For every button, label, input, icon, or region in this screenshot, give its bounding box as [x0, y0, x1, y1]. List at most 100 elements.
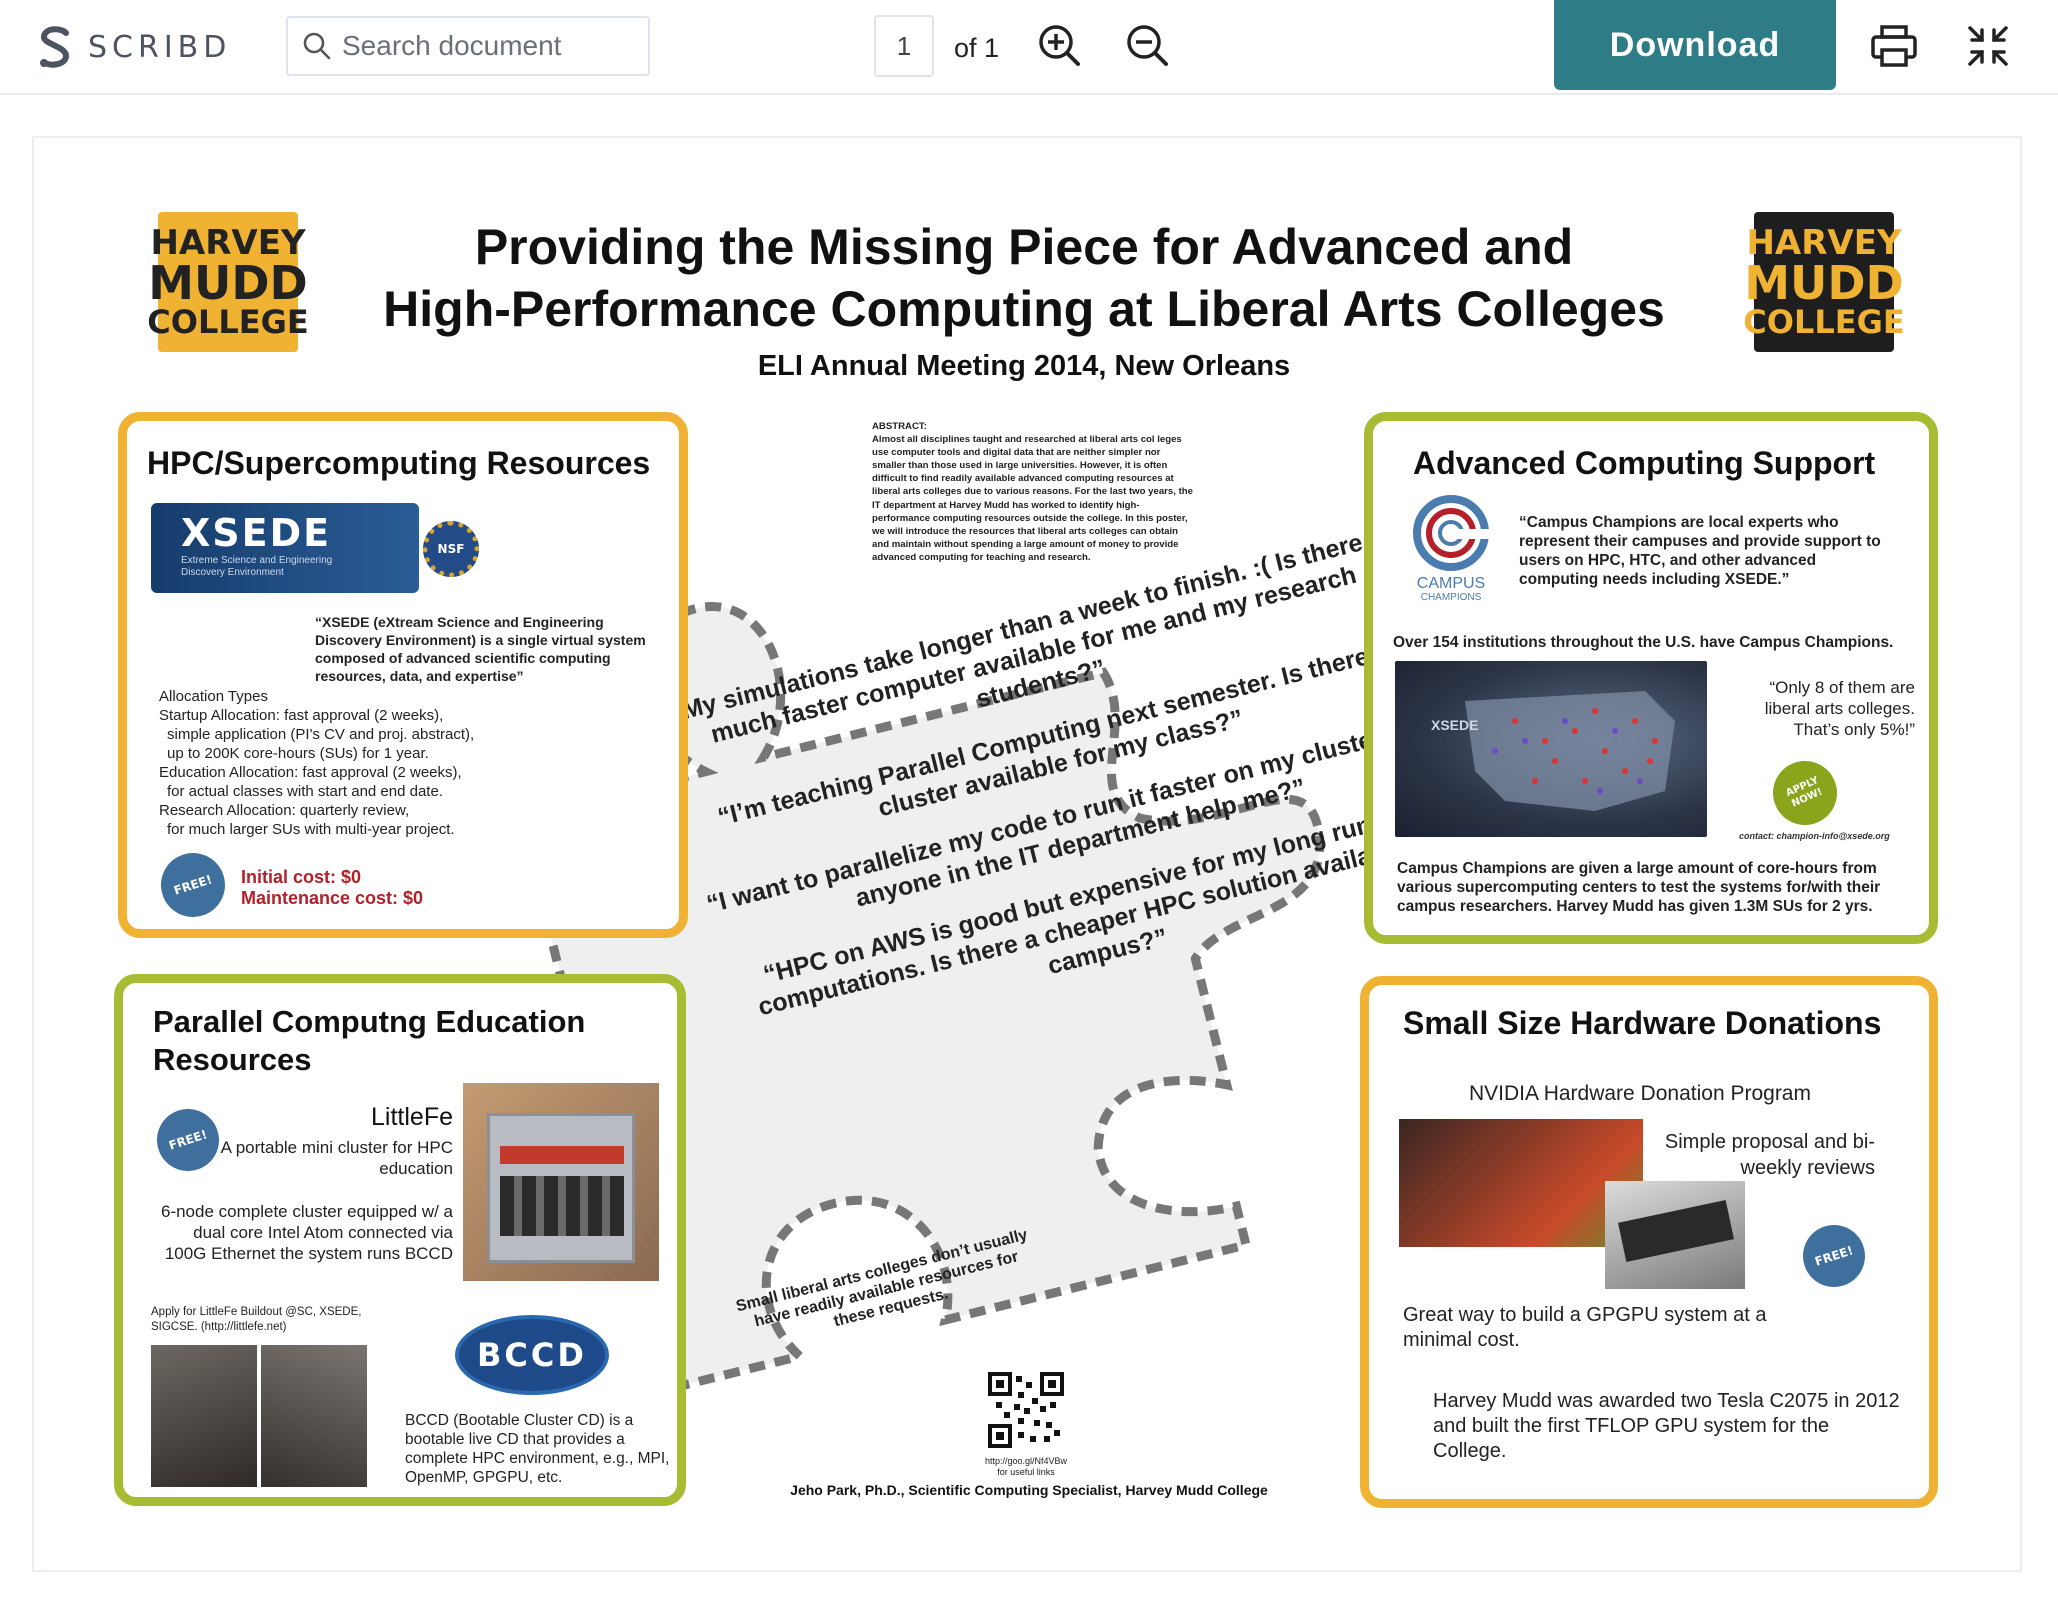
hw-heading: Small Size Hardware Donations: [1403, 1005, 1882, 1041]
logo-line: COLLEGE: [147, 303, 309, 341]
tesla-award: Harvey Mudd was awarded two Tesla C2075 …: [1433, 1390, 1900, 1462]
allocation-line: Research Allocation: quarterly review,: [159, 802, 410, 819]
xsede-logo: XSEDE Extreme Science and Engineering Di…: [151, 503, 419, 593]
map-markers: [1465, 691, 1675, 811]
abstract-block: ABSTRACT: Almost all disciplines taught …: [872, 420, 1194, 564]
poster-title: Providing the Missing Piece for Advanced…: [354, 216, 1694, 340]
free-text: FREE!: [172, 872, 214, 898]
title-line: Providing the Missing Piece for Advanced…: [474, 219, 1574, 275]
search-input[interactable]: [342, 30, 622, 62]
xsede-tagline: Extreme Science and Engineering Discover…: [181, 555, 333, 578]
apply-now-badge-icon: APPLY NOW!: [1762, 750, 1848, 836]
search-icon: [303, 32, 331, 60]
littlefe-frame: [487, 1113, 635, 1263]
pce-heading: Parallel Computng Education Resources: [153, 1004, 586, 1077]
advanced-computing-panel: Advanced Computing Support CAMPUS CHAMPI…: [1364, 412, 1938, 944]
search-box[interactable]: [286, 16, 650, 76]
page-number-input[interactable]: 1: [874, 15, 934, 77]
page-count: of 1: [954, 33, 1000, 63]
littlefe-apply: Apply for LittleFe Buildout @SC, XSEDE, …: [151, 1306, 362, 1333]
littlefe-cables: [500, 1146, 624, 1164]
initial-cost: Initial cost: $0: [241, 867, 362, 887]
qr-link[interactable]: http://goo.gl/Nf4VBw for useful links: [934, 1456, 1118, 1478]
campus-champions-quote: “Campus Champions are local experts who …: [1519, 514, 1881, 588]
allocation-line: up to 200K core-hours (SUs) for 1 year.: [167, 745, 429, 762]
logo-line: HARVEY: [150, 223, 306, 263]
allocation-heading: Allocation Types: [159, 688, 268, 705]
abstract-heading: ABSTRACT:: [872, 421, 927, 432]
build-photo: [261, 1345, 367, 1487]
allocation-line: Startup Allocation: fast approval (2 wee…: [159, 707, 444, 724]
campus-logo-text: CHAMPIONS: [1420, 592, 1482, 603]
institutions-count: Over 154 institutions throughout the U.S…: [1393, 634, 1894, 651]
free-text: FREE!: [1813, 1243, 1855, 1269]
gpu-card: [1618, 1200, 1734, 1262]
usa-map-image: XSEDE: [1395, 661, 1707, 837]
nsf-text: NSF: [437, 542, 465, 556]
free-badge-icon: FREE!: [152, 844, 234, 926]
allocation-line: for actual classes with start and end da…: [167, 783, 443, 800]
littlefe-boards: [500, 1176, 624, 1236]
littlefe-desc: A portable mini cluster for HPC educatio…: [220, 1138, 453, 1178]
harvey-mudd-logo-right: HARVEY MUDD COLLEGE: [1743, 212, 1905, 352]
download-button[interactable]: Download: [1554, 0, 1836, 90]
bccd-wordmark: BCCD: [477, 1336, 587, 1374]
maintenance-cost: Maintenance cost: $0: [241, 888, 424, 908]
littlefe-spec: 6-node complete cluster equipped w/ a du…: [160, 1202, 453, 1263]
cost-block: Initial cost: $0 Maintenance cost: $0: [241, 867, 423, 909]
campus-champions-logo: CAMPUS CHAMPIONS: [1409, 493, 1493, 603]
littlefe-photo: [463, 1083, 659, 1281]
acs-heading: Advanced Computing Support: [1413, 445, 1876, 481]
hpc-resources-panel: HPC/Supercomputing Resources XSEDE Extre…: [118, 412, 688, 938]
littlefe-title: LittleFe: [371, 1103, 453, 1131]
zoom-in-icon[interactable]: [1036, 22, 1082, 68]
qr-link-caption: for useful links: [997, 1467, 1055, 1477]
free-badge-icon: FREE!: [1794, 1216, 1874, 1296]
build-photo: [151, 1345, 257, 1487]
allocation-line: for much larger SUs with multi-year proj…: [167, 821, 455, 838]
brand-name: SCRIBD: [88, 29, 232, 65]
gpu-card-photo: [1605, 1181, 1745, 1289]
logo-line: COLLEGE: [1743, 303, 1905, 341]
scribd-logo[interactable]: SCRIBD: [36, 22, 231, 72]
campus-champions-given: Campus Champions are given a large amoun…: [1397, 860, 1881, 915]
allocation-line: simple application (PI's CV and proj. ab…: [167, 726, 475, 743]
print-icon[interactable]: [1870, 24, 1918, 68]
apply-now-text: APPLY NOW!: [1784, 775, 1825, 810]
nsf-seal-icon: NSF: [423, 521, 479, 577]
bccd-desc: BCCD (Bootable Cluster CD) is a bootable…: [405, 1412, 670, 1486]
abstract-text: Almost all disciplines taught and resear…: [872, 434, 1193, 563]
campus-champions-icon: [1413, 495, 1489, 571]
hpc-heading: HPC/Supercomputing Resources: [147, 445, 651, 481]
contact-email: contact: champion-info@xsede.org: [1739, 831, 1890, 841]
logo-line: HARVEY: [1746, 223, 1902, 263]
simple-proposal: Simple proposal and bi-weekly reviews: [1664, 1131, 1875, 1179]
qr-link-url[interactable]: http://goo.gl/Nf4VBw: [934, 1456, 1118, 1467]
qr-code-icon: [988, 1372, 1064, 1448]
zoom-out-icon[interactable]: [1124, 22, 1170, 68]
title-line: High-Performance Computing at Liberal Ar…: [383, 281, 1665, 337]
hardware-donations-panel: Small Size Hardware Donations NVIDIA Har…: [1360, 976, 1938, 1508]
allocation-types: Allocation Types Startup Allocation: fas…: [159, 687, 474, 839]
poster: HARVEY MUDD COLLEGE HARVEY MUDD COLLEGE …: [34, 138, 2024, 1574]
document-page: HARVEY MUDD COLLEGE HARVEY MUDD COLLEGE …: [32, 136, 2022, 1572]
exit-fullscreen-icon[interactable]: [1966, 24, 2010, 68]
xsede-quote: “XSEDE (eXtream Science and Engineering …: [315, 614, 646, 684]
logo-line: MUDD: [1744, 256, 1904, 310]
nvidia-program: NVIDIA Hardware Donation Program: [1469, 1082, 1811, 1105]
poster-subtitle: ELI Annual Meeting 2014, New Orleans: [757, 350, 1291, 382]
allocation-line: Education Allocation: fast approval (2 w…: [159, 764, 462, 781]
campus-logo-text: CAMPUS: [1416, 575, 1486, 592]
parallel-education-panel: Parallel Computng Education Resources FR…: [114, 974, 686, 1506]
littlefe-build-photos: [151, 1345, 367, 1487]
scribd-s-icon: [40, 26, 70, 68]
gpgpu-cost: Great way to build a GPGPU system at a m…: [1403, 1304, 1767, 1351]
xsede-wordmark: XSEDE: [181, 511, 332, 555]
bccd-logo: BCCD: [455, 1315, 609, 1395]
harvey-mudd-logo-left: HARVEY MUDD COLLEGE: [147, 212, 309, 352]
logo-line: MUDD: [148, 256, 308, 310]
toolbar: SCRIBD 1 of 1 Download: [0, 0, 2058, 95]
author-credit: Jeho Park, Ph.D., Scientific Computing S…: [790, 1482, 1268, 1498]
map-label: XSEDE: [1431, 717, 1479, 733]
only-eight-quote: “Only 8 of them are liberal arts college…: [1764, 678, 1915, 739]
